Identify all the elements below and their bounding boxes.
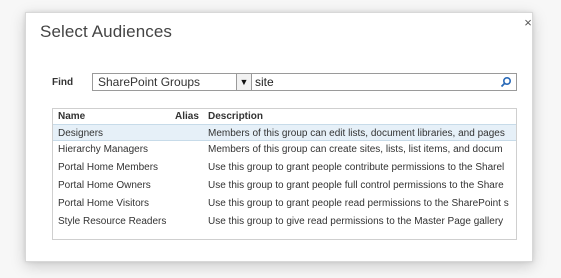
results-table: Name Alias Description Designers Members…: [52, 108, 517, 240]
row-name: Portal Home Visitors: [58, 198, 149, 209]
row-name: Style Resource Readers: [58, 216, 167, 227]
table-row[interactable]: Style Resource Readers Use this group to…: [53, 213, 516, 230]
row-name: Portal Home Owners: [58, 180, 151, 191]
column-header-name[interactable]: Name: [58, 111, 85, 122]
row-name: Portal Home Members: [58, 162, 159, 173]
search-icon[interactable]: [500, 76, 512, 88]
row-description: Use this group to grant people full cont…: [208, 180, 504, 191]
dialog-title: Select Audiences: [40, 22, 173, 41]
find-label: Find: [52, 77, 74, 88]
row-description: Members of this group can create sites, …: [208, 144, 503, 155]
row-name: Designers: [58, 128, 104, 139]
chevron-down-icon[interactable]: ▼: [236, 74, 251, 90]
table-row[interactable]: Portal Home Members Use this group to gr…: [53, 159, 516, 176]
search-input[interactable]: site: [252, 73, 517, 91]
table-row[interactable]: Portal Home Visitors Use this group to g…: [53, 195, 516, 212]
column-header-alias[interactable]: Alias: [175, 111, 199, 122]
table-row[interactable]: Designers Members of this group can edit…: [53, 124, 516, 141]
row-description: Use this group to grant people contribut…: [208, 162, 505, 173]
column-header-description[interactable]: Description: [208, 111, 263, 122]
table-header: Name Alias Description: [53, 109, 516, 124]
table-row[interactable]: Hierarchy Managers Members of this group…: [53, 141, 516, 158]
table-row[interactable]: Portal Home Owners Use this group to gra…: [53, 177, 516, 194]
search-input-value: site: [255, 75, 274, 89]
row-name: Hierarchy Managers: [58, 144, 149, 155]
find-row: Find SharePoint Groups ▼ site: [52, 73, 520, 93]
row-description: Use this group to grant people read perm…: [208, 198, 509, 209]
row-description: Use this group to give read permissions …: [208, 216, 504, 227]
group-type-select-value: SharePoint Groups: [98, 75, 201, 89]
select-audiences-dialog: Select Audiences × Find SharePoint Group…: [25, 12, 533, 262]
group-type-select[interactable]: SharePoint Groups ▼: [92, 73, 252, 91]
row-description: Members of this group can edit lists, do…: [208, 128, 505, 139]
close-icon[interactable]: ×: [522, 16, 534, 29]
